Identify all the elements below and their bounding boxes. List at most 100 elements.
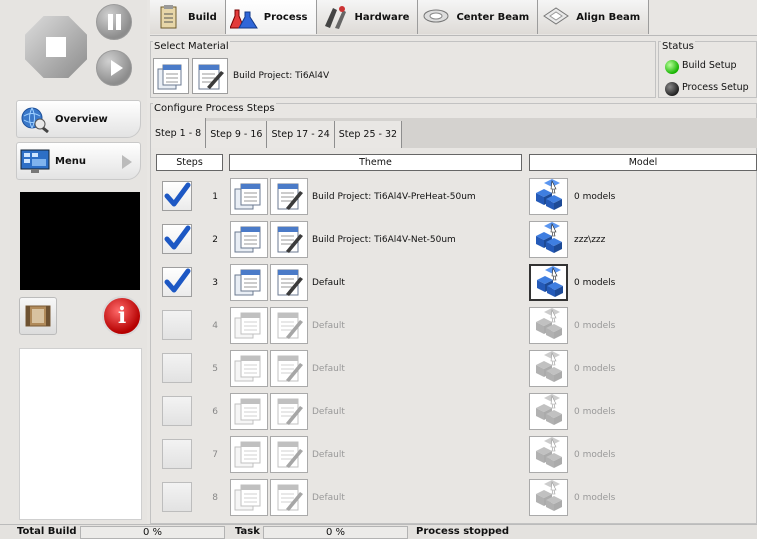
step-theme: Default (312, 407, 345, 417)
table-row: 1 Build Project: Ti6Al4V-PreHeat-50um 0 mo… (150, 177, 757, 220)
tab-process[interactable]: Process (225, 0, 317, 34)
tab-step-1-8[interactable]: Step 1 - 8 (151, 118, 207, 148)
hardware-icon (324, 6, 346, 29)
open-theme-button[interactable] (230, 264, 268, 301)
edit-theme-button[interactable] (270, 264, 308, 301)
tab-align-beam[interactable]: Align Beam (538, 0, 650, 34)
main-toolbar: Build Process Hardware Center Beam Align… (150, 0, 757, 36)
step-checkbox[interactable] (162, 439, 192, 469)
film-icon (25, 305, 51, 327)
documents-icon (231, 183, 267, 217)
open-theme-button[interactable] (230, 307, 268, 344)
open-theme-button[interactable] (230, 393, 268, 430)
checkmark-icon (163, 268, 191, 299)
documents-icon (231, 484, 267, 518)
tab-step-17-24[interactable]: Step 17 - 24 (267, 121, 335, 148)
documents-icon (157, 64, 182, 90)
stop-button[interactable] (25, 16, 87, 78)
step-number: 2 (212, 235, 218, 245)
process-setup-label: Process Setup (682, 82, 749, 93)
edit-document-icon (198, 64, 224, 90)
left-panel: Overview Menu i (0, 0, 147, 524)
step-model: 0 models (574, 450, 616, 460)
overview-label: Overview (55, 113, 108, 125)
edit-document-icon (271, 484, 307, 518)
documents-icon (231, 398, 267, 432)
select-material-title: Select Material (153, 41, 230, 52)
step-model: 0 models (574, 321, 616, 331)
step-number: 8 (212, 493, 218, 503)
play-button[interactable] (96, 50, 132, 86)
arrow-right-icon (122, 155, 132, 169)
status-group: Status Build Setup Process Setup (658, 41, 757, 98)
edit-theme-button[interactable] (270, 436, 308, 473)
edit-document-icon (271, 226, 307, 260)
checkmark-icon (163, 225, 191, 256)
documents-icon (231, 312, 267, 346)
step-checkbox[interactable] (162, 267, 192, 297)
edit-theme-button[interactable] (270, 221, 308, 258)
model-button[interactable] (529, 221, 568, 258)
overview-button[interactable]: Overview (16, 100, 141, 138)
open-project-button[interactable] (153, 58, 189, 94)
open-theme-button[interactable] (230, 479, 268, 516)
process-flasks-icon (229, 9, 258, 29)
tab-build[interactable]: Build (150, 0, 226, 34)
model-button[interactable] (529, 350, 568, 387)
model-cubes-icon (530, 179, 566, 216)
tab-center-beam[interactable]: Center Beam (418, 0, 539, 34)
open-theme-button[interactable] (230, 178, 268, 215)
model-button[interactable] (529, 393, 568, 430)
step-checkbox[interactable] (162, 396, 192, 426)
menu-button[interactable]: Menu (16, 142, 141, 180)
film-button[interactable] (19, 297, 57, 335)
step-model: 0 models (574, 407, 616, 417)
menu-label: Menu (55, 155, 86, 167)
configure-title: Configure Process Steps (153, 103, 276, 114)
step-theme: Default (312, 493, 345, 503)
edit-theme-button[interactable] (270, 393, 308, 430)
table-row: 5 Default 0 models (150, 349, 757, 392)
tab-process-label: Process (263, 11, 308, 23)
camera-view (20, 192, 140, 290)
align-beam-icon (543, 7, 570, 25)
info-button[interactable]: i (102, 296, 142, 336)
model-button[interactable] (529, 264, 568, 301)
process-message: Process stopped (416, 526, 510, 537)
edit-theme-button[interactable] (270, 178, 308, 215)
model-cubes-icon (530, 437, 566, 474)
open-theme-button[interactable] (230, 350, 268, 387)
edit-theme-button[interactable] (270, 307, 308, 344)
tab-step-9-16[interactable]: Step 9 - 16 (206, 121, 268, 148)
step-model: 0 models (574, 278, 616, 288)
tab-step-25-32[interactable]: Step 25 - 32 (334, 121, 403, 148)
model-button[interactable] (529, 479, 568, 516)
build-clipboard-icon (160, 5, 177, 29)
step-theme: Default (312, 321, 345, 331)
status-bar: Total Build 0 % Task 0 % Process stopped (0, 524, 757, 539)
open-theme-button[interactable] (230, 221, 268, 258)
step-checkbox[interactable] (162, 482, 192, 512)
model-button[interactable] (529, 307, 568, 344)
step-number: 5 (212, 364, 218, 374)
model-button[interactable] (529, 436, 568, 473)
step-checkbox[interactable] (162, 353, 192, 383)
open-theme-button[interactable] (230, 436, 268, 473)
step-model: zzz\zzz (574, 235, 606, 245)
column-header-steps: Steps (156, 154, 223, 171)
edit-theme-button[interactable] (270, 350, 308, 387)
model-cubes-icon (530, 222, 566, 259)
model-cubes-icon (530, 308, 566, 345)
info-icon: i (117, 303, 127, 329)
step-number: 1 (212, 192, 218, 202)
edit-project-button[interactable] (192, 58, 228, 94)
edit-document-icon (271, 183, 307, 217)
step-checkbox[interactable] (162, 310, 192, 340)
step-checkbox[interactable] (162, 224, 192, 254)
step-checkbox[interactable] (162, 181, 192, 211)
pause-button[interactable] (96, 4, 132, 40)
model-button[interactable] (529, 178, 568, 215)
edit-document-icon (271, 312, 307, 346)
edit-theme-button[interactable] (270, 479, 308, 516)
tab-hardware[interactable]: Hardware (316, 0, 419, 34)
